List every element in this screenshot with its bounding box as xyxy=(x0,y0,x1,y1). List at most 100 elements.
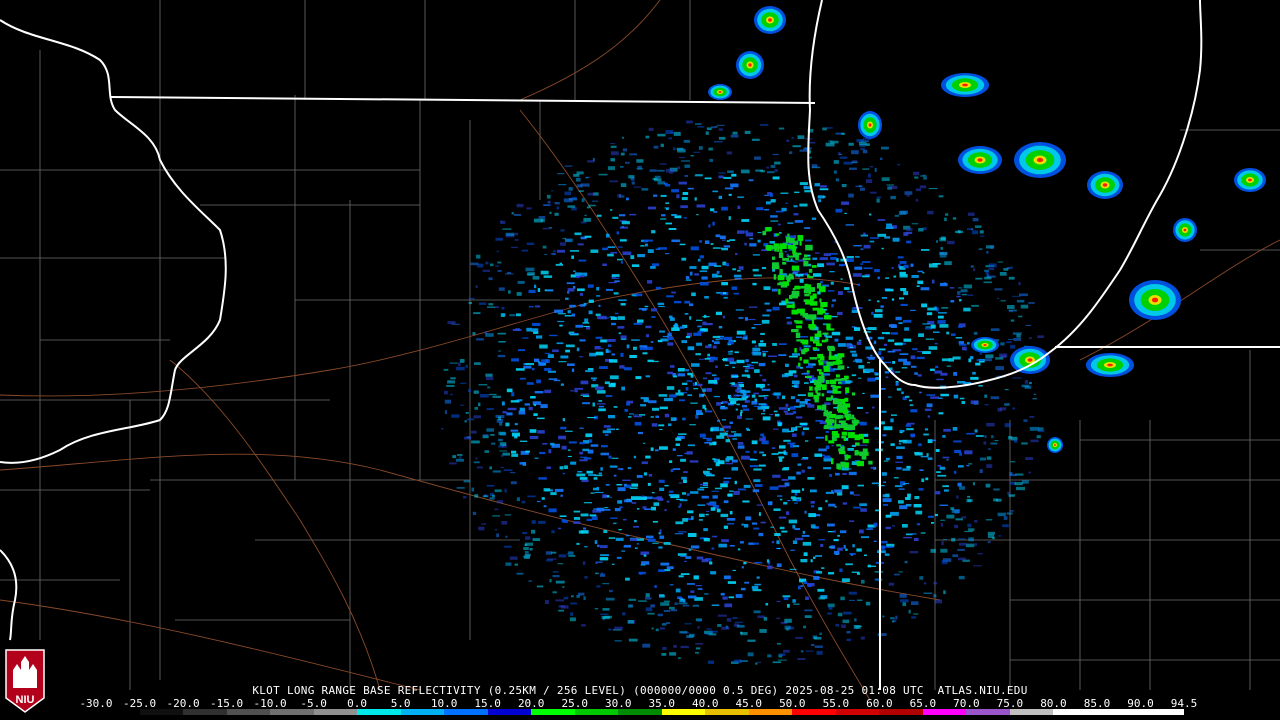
echo-pixel xyxy=(615,277,620,279)
echo-pixel xyxy=(961,516,967,519)
echo-pixel xyxy=(753,324,762,326)
echo-pixel xyxy=(662,647,667,650)
echo-pixel xyxy=(668,228,677,230)
echo-pixel xyxy=(953,440,962,443)
echo-pixel xyxy=(812,339,819,342)
echo-pixel xyxy=(985,483,991,488)
echo-pixel xyxy=(759,374,763,377)
scale-labels: -30.0 -25.0 -20.0 -15.0 -10.0 -5.0 0.0 5.0 10.0 1… xyxy=(79,697,1197,710)
echo-pixel xyxy=(751,394,756,398)
echo-pixel xyxy=(892,620,895,623)
echo-pixel xyxy=(697,258,701,262)
echo-pixel xyxy=(559,242,566,246)
echo-pixel xyxy=(1012,332,1022,335)
echo-pixel xyxy=(920,287,930,291)
echo-pixel xyxy=(847,432,855,438)
echo-pixel xyxy=(650,416,654,418)
echo-pixel xyxy=(906,194,910,197)
echo-pixel xyxy=(677,149,686,150)
echo-pixel xyxy=(763,286,771,290)
echo-pixel xyxy=(897,256,904,259)
echo-pixel xyxy=(610,145,617,148)
echo-pixel xyxy=(629,213,637,216)
echo-pixel xyxy=(836,374,840,378)
echo-pixel xyxy=(594,608,599,610)
echo-pixel xyxy=(554,309,563,313)
echo-pixel xyxy=(824,455,831,459)
echo-pixel xyxy=(645,334,649,338)
echo-pixel xyxy=(723,477,732,480)
echo-pixel xyxy=(617,258,623,261)
echo-pixel xyxy=(783,439,791,442)
echo-pixel xyxy=(782,261,787,265)
echo-pixel xyxy=(903,232,909,236)
echo-pixel xyxy=(922,271,925,274)
echo-pixel xyxy=(503,469,513,472)
echo-pixel xyxy=(499,450,508,452)
echo-pixel xyxy=(704,593,709,595)
echo-pixel xyxy=(849,167,857,170)
echo-pixel xyxy=(724,336,733,340)
echo-pixel xyxy=(796,498,800,502)
echo-pixel xyxy=(801,534,810,537)
echo-pixel xyxy=(695,651,700,654)
echo-pixel xyxy=(557,320,565,323)
echo-pixel xyxy=(620,152,625,156)
echo-pixel xyxy=(726,618,732,622)
echo-pixel xyxy=(921,478,925,482)
echo-pixel xyxy=(937,474,947,477)
echo-pixel xyxy=(680,205,688,209)
echo-pixel xyxy=(820,543,824,547)
echo-pixel xyxy=(785,403,789,407)
echo-pixel xyxy=(825,142,835,147)
echo-pixel xyxy=(841,378,848,381)
echo-pixel xyxy=(1006,512,1013,515)
echo-pixel xyxy=(449,462,457,465)
echo-pixel xyxy=(846,631,851,634)
echo-pixel xyxy=(680,555,687,557)
echo-pixel xyxy=(606,288,613,291)
echo-pixel xyxy=(734,351,739,354)
echo-pixel xyxy=(447,321,456,324)
echo-pixel xyxy=(689,271,693,276)
echo-pixel xyxy=(657,169,665,172)
echo-pixel xyxy=(806,370,810,373)
echo-pixel xyxy=(684,313,689,315)
echo-pixel xyxy=(766,166,770,169)
echo-pixel xyxy=(774,533,781,536)
echo-pixel xyxy=(1012,407,1016,410)
echo-pixel xyxy=(555,580,565,584)
echo-pixel xyxy=(890,324,897,328)
echo-pixel xyxy=(815,343,822,347)
echo-pixel xyxy=(723,480,729,484)
echo-pixel xyxy=(773,410,778,413)
echo-pixel xyxy=(616,556,622,559)
echo-pixel xyxy=(949,287,955,289)
echo-pixel xyxy=(743,562,747,565)
echo-pixel xyxy=(1010,344,1016,349)
echo-pixel xyxy=(716,270,720,274)
storm-cell xyxy=(1248,178,1252,182)
echo-pixel xyxy=(900,599,909,603)
echo-pixel xyxy=(729,545,735,547)
echo-pixel xyxy=(772,661,782,664)
echo-pixel xyxy=(828,605,833,610)
echo-pixel xyxy=(805,650,814,652)
echo-pixel xyxy=(605,348,609,353)
echo-pixel xyxy=(964,530,973,532)
echo-pixel xyxy=(531,520,536,524)
echo-pixel xyxy=(496,533,499,538)
echo-pixel xyxy=(764,302,770,305)
echo-pixel xyxy=(919,576,924,580)
echo-pixel xyxy=(748,306,758,308)
echo-pixel xyxy=(759,629,767,633)
echo-pixel xyxy=(818,539,826,541)
echo-pixel xyxy=(745,359,749,363)
echo-pixel xyxy=(456,458,464,462)
echo-pixel xyxy=(714,265,721,267)
colorbar-segment xyxy=(922,709,967,715)
echo-pixel xyxy=(617,500,623,504)
echo-pixel xyxy=(808,513,816,518)
echo-pixel xyxy=(515,368,525,371)
echo-pixel xyxy=(790,549,796,551)
